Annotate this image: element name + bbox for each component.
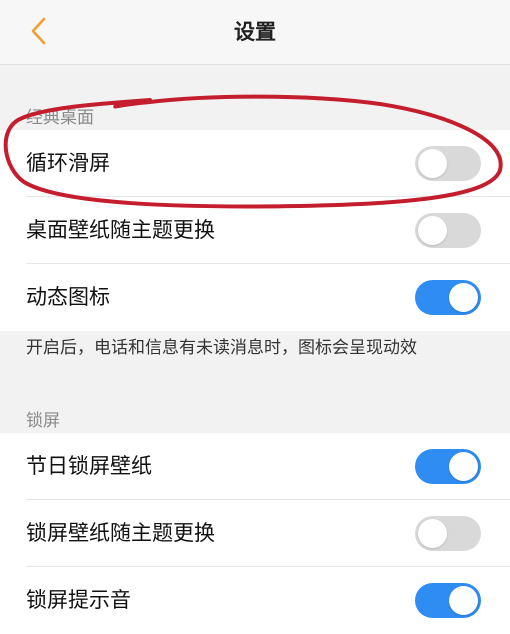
setting-label: 锁屏壁纸随主题更换 (26, 521, 215, 545)
setting-label: 桌面壁纸随主题更换 (26, 218, 215, 242)
toggle-knob (449, 283, 478, 312)
setting-row-dynamic-icons[interactable]: 动态图标 (0, 264, 510, 331)
toggle-knob (449, 586, 478, 615)
section-title-lock-screen: 锁屏 (26, 411, 60, 431)
setting-label: 动态图标 (26, 285, 110, 309)
toggle-knob (418, 149, 447, 178)
toggle-knob (449, 452, 478, 481)
setting-row-lock-wallpaper-follow-theme[interactable]: 锁屏壁纸随主题更换 (0, 500, 510, 567)
setting-label: 节日锁屏壁纸 (26, 454, 152, 478)
setting-label: 循环滑屏 (26, 151, 110, 175)
toggle-switch[interactable] (415, 146, 481, 181)
toggle-switch[interactable] (415, 280, 481, 315)
toggle-switch[interactable] (415, 516, 481, 551)
dynamic-icons-hint: 开启后，电话和信息有未读消息时，图标会呈现动效 (26, 338, 417, 358)
setting-row-loop-scroll[interactable]: 循环滑屏 (0, 130, 510, 197)
setting-label: 锁屏提示音 (26, 588, 131, 612)
section-title-classic-desktop: 经典桌面 (26, 108, 94, 128)
toggle-switch[interactable] (415, 213, 481, 248)
toggle-switch[interactable] (415, 583, 481, 618)
setting-row-lock-sound[interactable]: 锁屏提示音 (0, 567, 510, 634)
page-title: 设置 (234, 20, 276, 44)
header-bar: 设置 (0, 0, 510, 65)
toggle-switch[interactable] (415, 449, 481, 484)
toggle-knob (418, 519, 447, 548)
toggle-knob (418, 216, 447, 245)
setting-row-wallpaper-follow-theme[interactable]: 桌面壁纸随主题更换 (0, 197, 510, 264)
setting-row-holiday-wallpaper[interactable]: 节日锁屏壁纸 (0, 433, 510, 500)
